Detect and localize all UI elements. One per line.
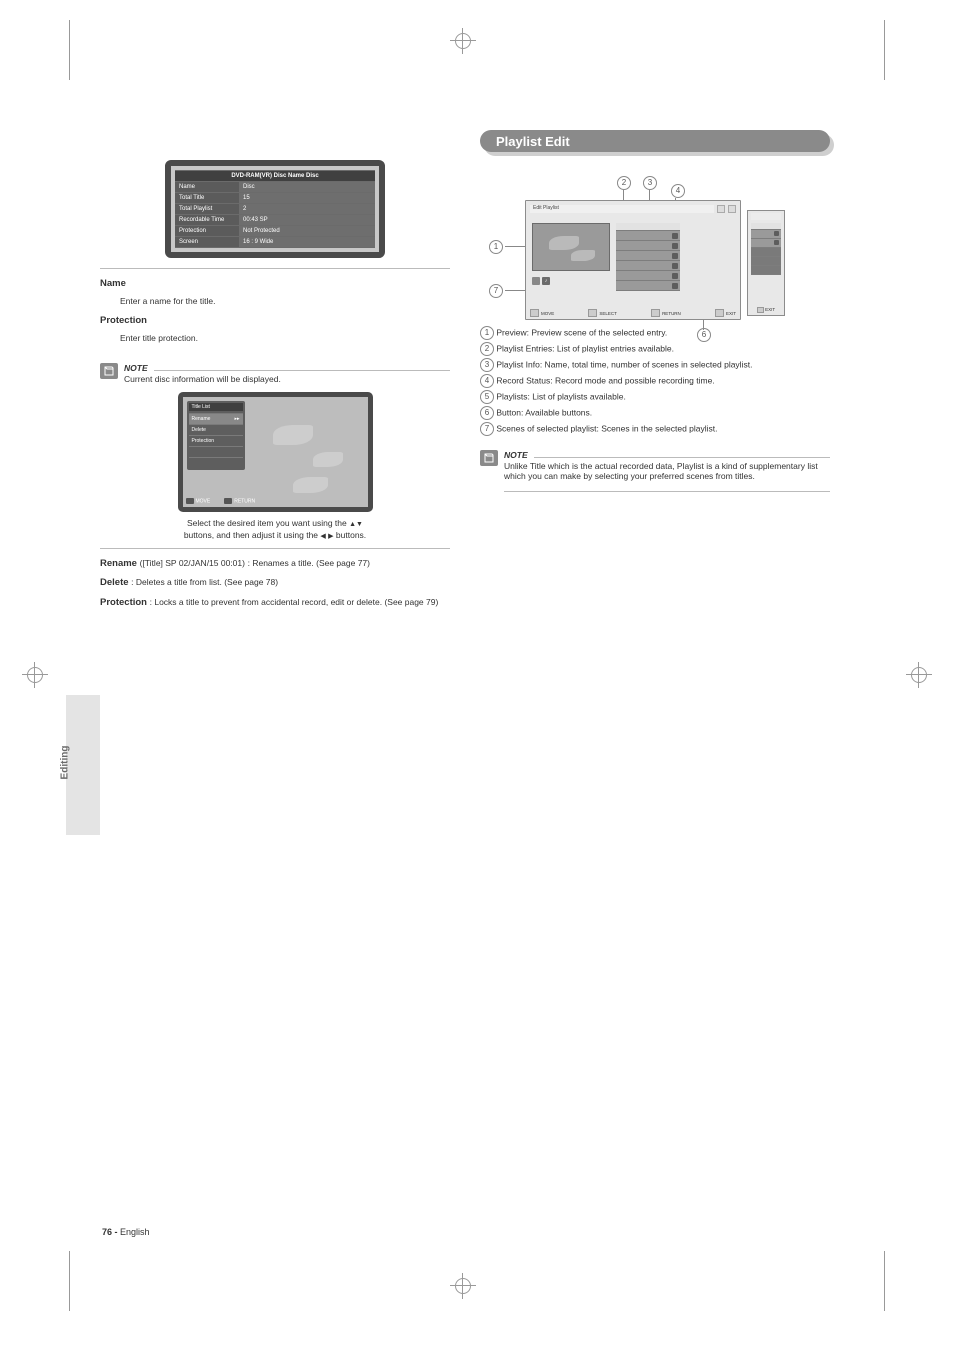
delete-desc: : Deletes a title from list. (See page 7… bbox=[131, 577, 278, 587]
disc-info-table: DVD-RAM(VR) Disc Name Disc NameDisc Tota… bbox=[165, 160, 385, 258]
note-label-right: NOTE bbox=[504, 450, 528, 460]
note-icon bbox=[480, 450, 498, 466]
callout-6 bbox=[697, 328, 711, 342]
protection2-label: Protection bbox=[100, 597, 147, 608]
edit-screenshot: Title List Rename▸▸ Delete Protection MO… bbox=[178, 392, 373, 512]
numbered-list: Preview: Preview scene of the selected e… bbox=[480, 326, 830, 436]
callout-2 bbox=[617, 176, 631, 190]
rename-label: Rename bbox=[100, 558, 137, 569]
note-text-right: Unlike Title which is the actual recorde… bbox=[504, 461, 830, 481]
edit-caption: Select the desired item you want using t… bbox=[118, 518, 433, 542]
name-desc: Enter a name for the title. bbox=[120, 296, 450, 308]
right-column: Playlist Edit bbox=[480, 120, 830, 615]
protection-label: Protection bbox=[100, 315, 147, 326]
note-label: NOTE bbox=[124, 363, 148, 373]
side-tab-label: Editing bbox=[59, 746, 70, 780]
page-number: 76 - English bbox=[102, 1227, 150, 1237]
note-icon bbox=[100, 363, 118, 379]
delete-label: Delete bbox=[100, 577, 129, 588]
left-column: DVD-RAM(VR) Disc Name Disc NameDisc Tota… bbox=[100, 120, 450, 615]
callout-3 bbox=[643, 176, 657, 190]
rename-extra: ([Title] SP 02/JAN/15 00:01) bbox=[140, 558, 245, 568]
playlist-screenshot: Edit Playlist bbox=[525, 200, 785, 320]
playlist-edit-heading: Playlist Edit bbox=[480, 130, 830, 152]
callout-7 bbox=[489, 284, 503, 298]
side-tab: Editing bbox=[66, 695, 100, 835]
protection-desc: Enter title protection. bbox=[120, 333, 450, 345]
protection2-desc: : Locks a title to prevent from accident… bbox=[150, 597, 439, 607]
callout-4 bbox=[671, 184, 685, 198]
name-label: Name bbox=[100, 278, 126, 289]
note-text-left: Current disc information will be display… bbox=[124, 374, 450, 384]
callout-1 bbox=[489, 240, 503, 254]
info-table-title: DVD-RAM(VR) Disc Name Disc bbox=[175, 171, 375, 182]
